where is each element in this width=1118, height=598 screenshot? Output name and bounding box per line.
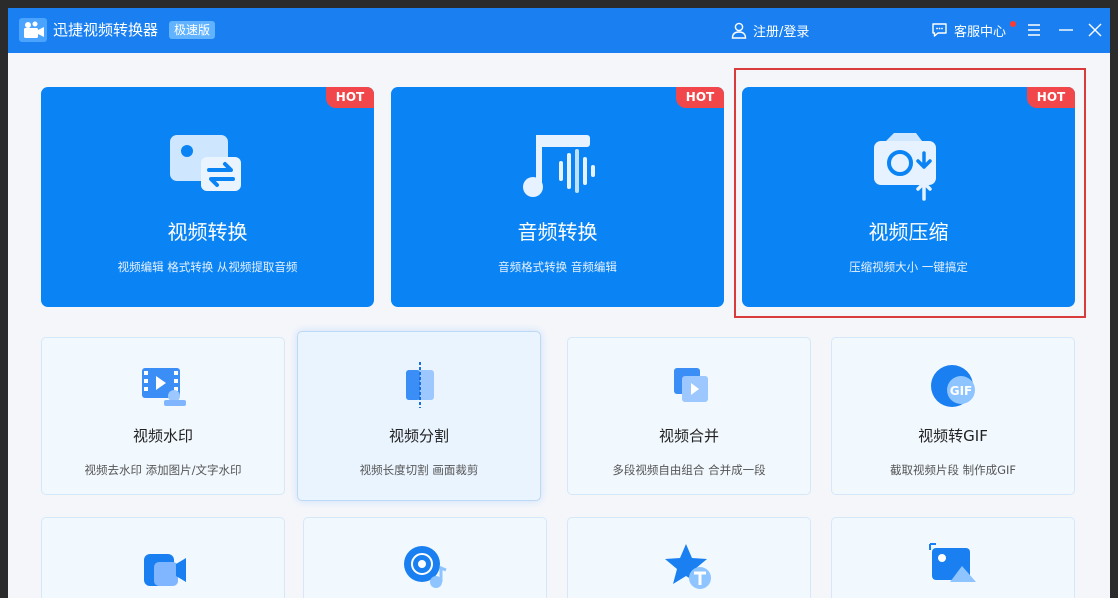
gif-icon: GIF bbox=[931, 365, 975, 407]
title-bar: 迅捷视频转换器 极速版 注册/登录 客服中心 bbox=[8, 8, 1110, 53]
video-split-card[interactable]: 视频分割 视频长度切割 画面裁剪 bbox=[297, 331, 541, 501]
card-title: 视频水印 bbox=[132, 427, 193, 445]
card-title: 音频转换 bbox=[517, 220, 598, 244]
notification-dot bbox=[1010, 21, 1016, 27]
video-record-card[interactable] bbox=[41, 517, 285, 598]
close-icon[interactable] bbox=[1085, 20, 1105, 40]
card-description: 多段视频自由组合 合并成一段 bbox=[612, 463, 766, 477]
login-button[interactable]: 注册/登录 bbox=[731, 20, 809, 40]
app-window: 迅捷视频转换器 极速版 注册/登录 客服中心 HOT 视频转换 视频编辑 格式转… bbox=[8, 8, 1110, 598]
split-icon bbox=[406, 362, 434, 408]
card-description: 视频长度切割 画面裁剪 bbox=[359, 463, 479, 477]
service-label: 客服中心 bbox=[954, 24, 1007, 40]
menu-icon[interactable] bbox=[1024, 20, 1044, 40]
card-description: 截取视频片段 制作成GIF bbox=[889, 463, 1017, 477]
chat-icon bbox=[932, 23, 947, 37]
edition-badge: 极速版 bbox=[169, 21, 216, 39]
card-description: 视频去水印 添加图片/文字水印 bbox=[84, 463, 242, 477]
video-convert-card[interactable]: HOT 视频转换 视频编辑 格式转换 从视频提取音频 bbox=[41, 87, 374, 307]
hot-badge: HOT bbox=[326, 87, 374, 108]
disc-music-icon bbox=[404, 546, 447, 588]
audio-convert-card[interactable]: HOT 音频转换 音频格式转换 音频编辑 bbox=[391, 87, 724, 307]
video-convert-icon bbox=[170, 135, 241, 191]
card-description: 视频编辑 格式转换 从视频提取音频 bbox=[117, 260, 298, 274]
app-logo-icon bbox=[19, 18, 47, 42]
video-merge-card[interactable]: 视频合并 多段视频自由组合 合并成一段 bbox=[567, 337, 811, 495]
highlight-box bbox=[734, 68, 1086, 318]
video-camera-icon bbox=[144, 554, 186, 586]
video-watermark-card[interactable]: 视频水印 视频去水印 添加图片/文字水印 bbox=[41, 337, 285, 495]
user-icon bbox=[731, 22, 747, 39]
image-card[interactable] bbox=[831, 517, 1075, 598]
star-text-card[interactable] bbox=[567, 517, 811, 598]
customer-service-button[interactable]: 客服中心 bbox=[931, 20, 1006, 40]
card-title: 视频合并 bbox=[658, 427, 719, 445]
login-label: 注册/登录 bbox=[753, 24, 810, 40]
star-text-icon bbox=[665, 544, 711, 589]
card-title: 视频转换 bbox=[167, 220, 248, 244]
music-note-icon bbox=[523, 135, 595, 197]
card-description: 音频格式转换 音频编辑 bbox=[498, 260, 617, 274]
card-title: 视频分割 bbox=[388, 427, 449, 445]
card-title: 视频转GIF bbox=[918, 427, 988, 445]
image-icon bbox=[929, 543, 976, 582]
audio-extract-card[interactable] bbox=[303, 517, 547, 598]
app-title: 迅捷视频转换器 bbox=[53, 21, 159, 39]
merge-icon bbox=[674, 368, 708, 402]
film-watermark-icon bbox=[142, 368, 186, 406]
video-to-gif-card[interactable]: GIF 视频转GIF 截取视频片段 制作成GIF bbox=[831, 337, 1075, 495]
hot-badge: HOT bbox=[676, 87, 724, 108]
svg-text:GIF: GIF bbox=[950, 384, 973, 398]
minimize-icon[interactable] bbox=[1056, 20, 1076, 40]
